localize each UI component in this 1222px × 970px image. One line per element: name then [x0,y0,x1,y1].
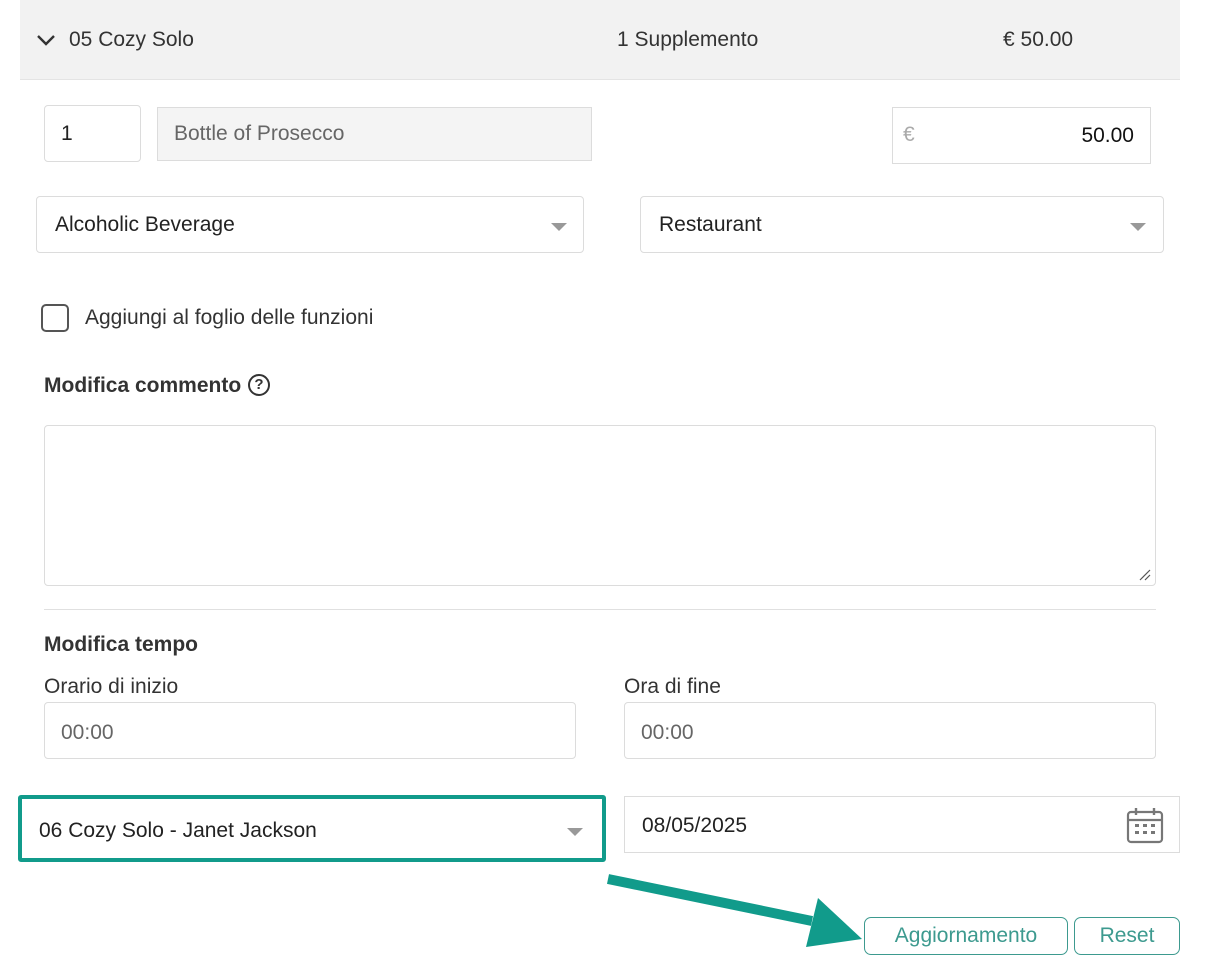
help-icon[interactable]: ? [248,374,270,396]
quantity-value: 1 [61,122,73,145]
comment-heading: Modifica commento [44,374,242,397]
end-time-label: Ora di fine [624,675,721,698]
room-select-value: 06 Cozy Solo - Janet Jackson [39,819,317,842]
description-value: Bottle of Prosecco [174,122,345,145]
annotation-arrow-icon [606,874,862,947]
amount-field[interactable]: € 50.00 [892,107,1151,164]
category-select[interactable]: Alcoholic Beverage [36,196,584,253]
room-header[interactable]: 05 Cozy Solo 1 Supplemento € 50.00 [20,0,1180,80]
caret-down-icon [551,223,567,231]
caret-down-icon [567,828,583,836]
function-sheet-label[interactable]: Aggiungi al foglio delle funzioni [85,306,373,330]
quantity-field[interactable]: 1 [44,105,141,162]
update-button[interactable]: Aggiornamento [864,917,1068,955]
chevron-down-icon[interactable] [36,30,56,50]
amount-value: 50.00 [1081,124,1134,147]
function-sheet-checkbox[interactable] [41,304,69,332]
date-value: 08/05/2025 [642,814,748,837]
supplement-count: 1 Supplemento [617,28,759,51]
end-time-placeholder: 00:00 [641,721,694,744]
comment-textarea[interactable] [44,425,1156,586]
date-input[interactable]: 08/05/2025 [624,796,1180,853]
currency-symbol: € [903,123,915,146]
calendar-icon[interactable] [1125,805,1165,845]
caret-down-icon [1130,223,1146,231]
end-time-input[interactable]: 00:00 [624,702,1156,759]
room-name: 05 Cozy Solo [69,28,194,51]
category-value: Alcoholic Beverage [55,213,235,236]
resize-handle-icon[interactable] [1137,567,1151,581]
time-heading: Modifica tempo [44,633,199,656]
outlet-select[interactable]: Restaurant [640,196,1164,253]
description-field: Bottle of Prosecco [157,107,592,161]
total-price: € 50.00 [1003,28,1074,51]
reset-button[interactable]: Reset [1074,917,1180,955]
outlet-value: Restaurant [659,213,762,236]
section-divider [44,609,1156,610]
room-select[interactable]: 06 Cozy Solo - Janet Jackson [18,795,606,862]
start-time-placeholder: 00:00 [61,721,114,744]
start-time-label: Orario di inizio [44,675,179,698]
start-time-input[interactable]: 00:00 [44,702,576,759]
